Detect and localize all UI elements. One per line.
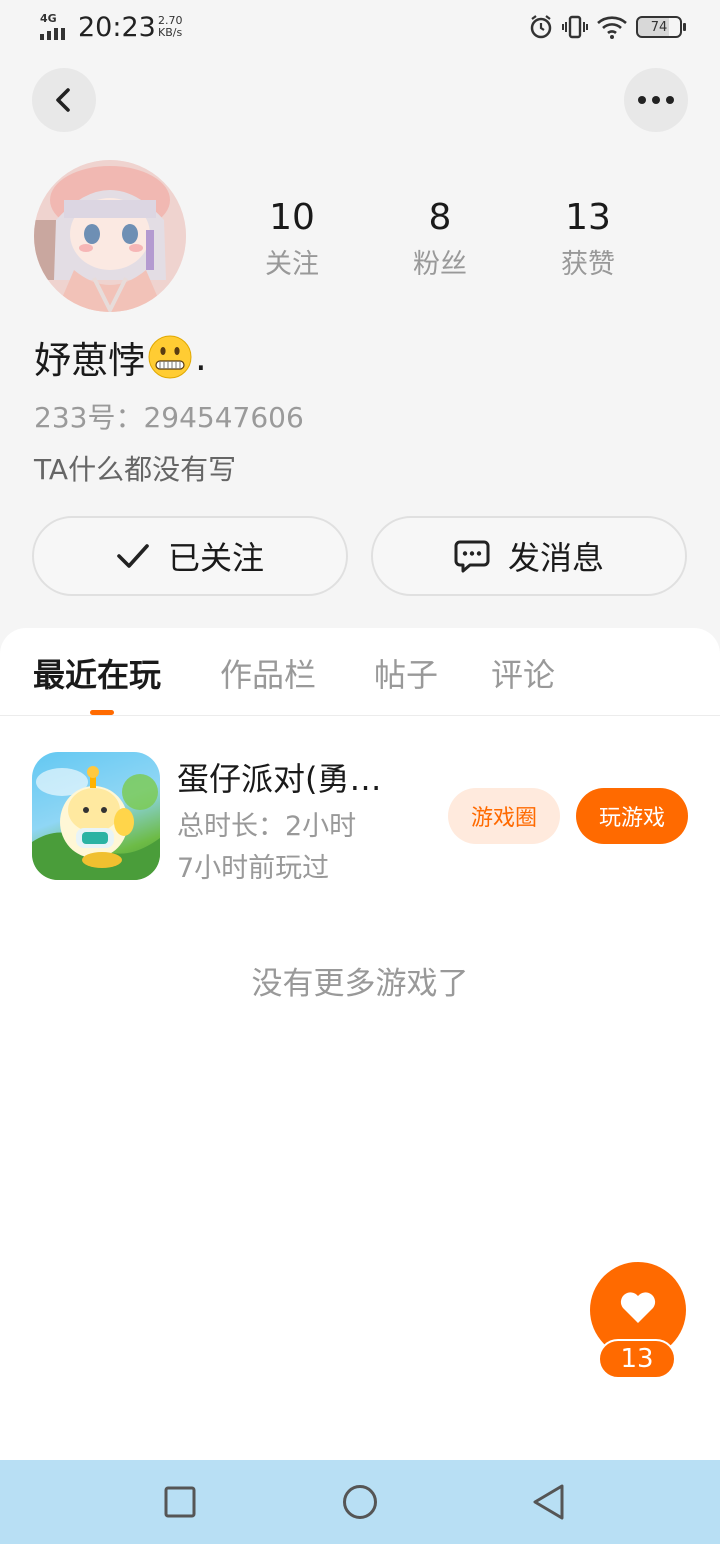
likes-count: 13 <box>565 197 611 238</box>
tab-works[interactable]: 作品栏 <box>220 650 316 696</box>
network-type: 4G <box>40 12 57 25</box>
nickname: 妤葸悖 . <box>34 330 207 384</box>
network-speed: 2.70 KB/s <box>158 15 183 39</box>
wifi-icon <box>597 16 627 39</box>
followers-count: 8 <box>428 197 452 238</box>
game-last-played: 7小时前玩过 <box>177 853 330 884</box>
stat-likes[interactable]: 13 获赞 <box>528 196 648 281</box>
following-label: 关注 <box>265 249 319 280</box>
followers-label: 粉丝 <box>413 249 467 280</box>
followed-label: 已关注 <box>167 539 264 577</box>
circle-icon <box>343 1485 377 1519</box>
stat-followers[interactable]: 8 粉丝 <box>380 196 500 281</box>
zipper-mouth-emoji-icon <box>148 335 192 379</box>
tab-comments[interactable]: 评论 <box>491 650 555 696</box>
following-count: 10 <box>269 197 315 238</box>
user-id[interactable]: 233号：294547606 <box>34 396 304 436</box>
no-more-games-text: 没有更多游戏了 <box>251 966 469 1002</box>
game-title[interactable]: 蛋仔派对(勇… <box>177 754 382 800</box>
eggy-party-game-image <box>32 766 160 880</box>
more-horizontal-icon <box>638 96 674 104</box>
game-list-item[interactable]: 蛋仔派对(勇… 总时长：2小时 7小时前玩过 游戏圈 玩游戏 <box>0 752 720 884</box>
tab-recently-played[interactable]: 最近在玩 <box>33 650 161 696</box>
followed-button[interactable]: 已关注 <box>32 516 348 596</box>
triangle-back-icon <box>533 1484 564 1520</box>
speed-unit: KB/s <box>158 26 183 39</box>
status-bar: 4G 20:23 2.70 KB/s 74 <box>0 0 720 56</box>
back-nav-button[interactable] <box>528 1482 568 1522</box>
system-navigation-bar <box>0 1460 720 1544</box>
send-message-button[interactable]: 发消息 <box>371 516 687 596</box>
game-total-duration: 总时长：2小时 <box>177 811 357 842</box>
heart-icon <box>620 1292 656 1323</box>
square-icon <box>164 1486 196 1518</box>
like-count-badge: 13 <box>598 1339 676 1379</box>
stat-following[interactable]: 10 关注 <box>232 196 352 281</box>
signal-icon: 4G <box>40 12 72 40</box>
nickname-text: 妤葸悖 <box>34 339 145 382</box>
likes-label: 获赞 <box>561 249 615 280</box>
alarm-icon <box>530 15 552 39</box>
chevron-left-icon <box>56 88 70 112</box>
more-options-button[interactable] <box>624 68 688 132</box>
game-circle-button[interactable]: 游戏圈 <box>448 788 560 844</box>
vibrate-icon <box>562 15 588 39</box>
battery-indicator: 74 <box>636 16 686 38</box>
active-tab-indicator <box>90 710 114 715</box>
tab-posts[interactable]: 帖子 <box>374 650 438 696</box>
nickname-suffix: . <box>195 335 207 379</box>
avatar-image <box>34 160 186 312</box>
status-time: 20:23 <box>78 12 156 43</box>
chat-bubble-icon <box>454 540 490 573</box>
recent-apps-button[interactable] <box>160 1482 200 1522</box>
back-button[interactable] <box>32 68 96 132</box>
game-icon[interactable] <box>32 752 160 880</box>
send-message-label: 发消息 <box>507 539 604 577</box>
checkmark-icon <box>117 544 149 568</box>
home-button[interactable] <box>340 1482 380 1522</box>
avatar[interactable] <box>34 160 186 312</box>
user-bio: TA什么都没有写 <box>34 453 237 486</box>
play-game-button[interactable]: 玩游戏 <box>576 788 688 844</box>
profile-tabs: 最近在玩 作品栏 帖子 评论 <box>0 628 720 716</box>
